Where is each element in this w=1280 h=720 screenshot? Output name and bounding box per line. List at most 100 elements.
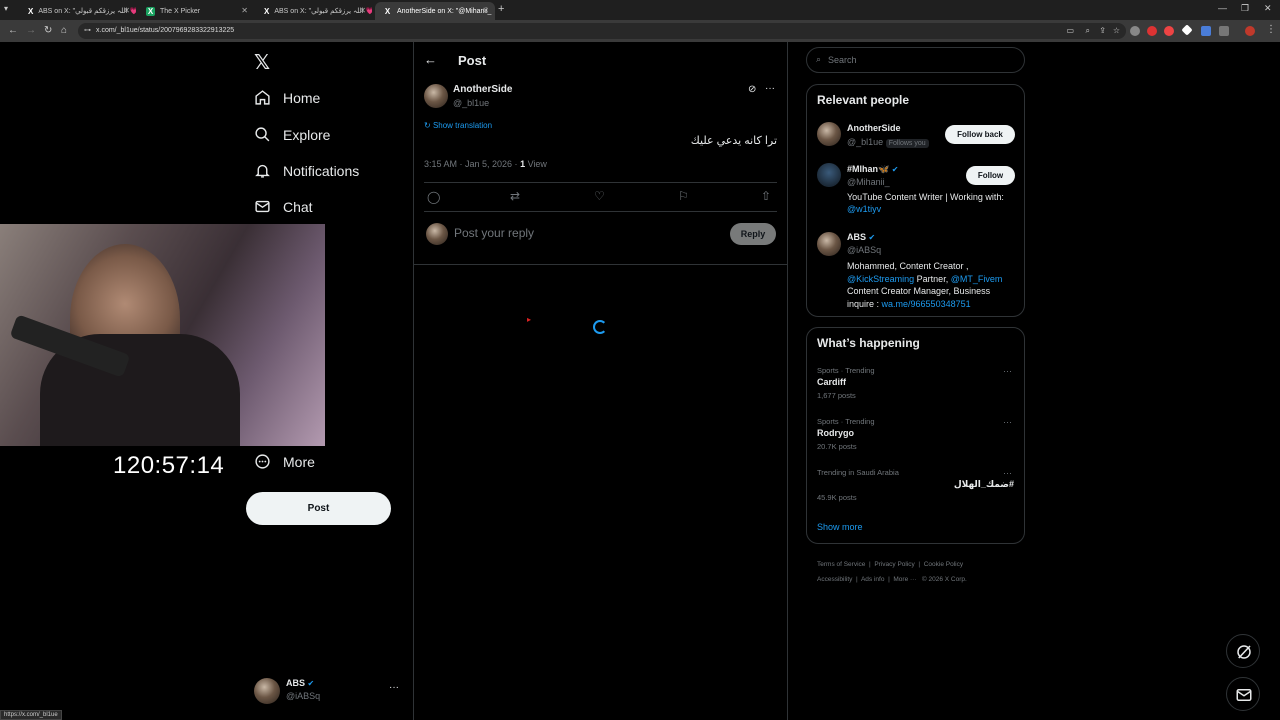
nav-chat[interactable]: Chat — [254, 198, 313, 215]
footer-links: Terms of Service | Privacy Policy | Cook… — [817, 561, 967, 583]
nav-notifications[interactable]: Notifications — [254, 162, 359, 179]
bio-mention-link[interactable]: @w1tiyv — [847, 204, 881, 214]
browser-tab-2[interactable]: X The X Picker ✕ — [138, 2, 254, 20]
follow-button[interactable]: Follow — [966, 166, 1015, 185]
person-name[interactable]: ABS — [847, 232, 866, 242]
like-icon[interactable]: ♡ — [594, 189, 605, 203]
close-tab-icon[interactable]: ✕ — [359, 6, 366, 15]
home-button-icon[interactable]: ⌂ — [61, 25, 67, 37]
tab-title: ABS on X: "اللہ يرزقكم قبولي 💗" — [274, 8, 372, 15]
install-icon[interactable]: ▭ — [1066, 23, 1074, 39]
footer-link[interactable]: More ··· — [893, 576, 916, 583]
avatar[interactable] — [817, 122, 841, 146]
bio-url-link[interactable]: wa.me/966550348751 — [882, 299, 971, 309]
close-tab-icon[interactable]: ✕ — [482, 6, 489, 15]
avatar[interactable] — [817, 163, 841, 187]
profile-avatar-icon[interactable] — [1245, 26, 1255, 36]
nav-explore[interactable]: Explore — [254, 126, 330, 143]
bio-mention-link[interactable]: @KickStreaming — [847, 274, 914, 284]
trend-more-icon[interactable]: ··· — [1003, 366, 1012, 376]
card-title: What’s happening — [817, 336, 920, 350]
search-icon — [255, 127, 270, 142]
x-logo-icon[interactable]: 𝕏 — [254, 50, 270, 75]
reply-icon[interactable]: ◯ — [427, 190, 440, 204]
extension-icon[interactable] — [1181, 24, 1193, 36]
tweet-more-icon[interactable]: ··· — [765, 83, 775, 94]
nav-home-label: Home — [283, 89, 321, 106]
nav-home[interactable]: Home — [254, 89, 320, 106]
nav-more[interactable]: More — [254, 453, 315, 470]
url-text: x.com/_bl1ue/status/2007969283322913225 — [96, 27, 235, 34]
footer-link[interactable]: Accessibility — [817, 576, 852, 583]
extension-icon[interactable] — [1201, 26, 1211, 36]
minimize-icon[interactable]: — — [1218, 3, 1227, 13]
browser-tab-1[interactable]: X ABS on X: "اللہ يرزقكم قبولي 💗" ✕ — [20, 2, 136, 20]
close-tab-icon[interactable]: ✕ — [123, 6, 130, 15]
share-icon[interactable]: ⇧ — [761, 189, 771, 203]
person-name[interactable]: #Mlhan🦋 — [847, 164, 889, 174]
maximize-icon[interactable]: ❐ — [1241, 3, 1249, 14]
footer-link[interactable]: Privacy Policy — [874, 561, 914, 568]
zoom-icon[interactable]: ⌕ — [1086, 23, 1090, 39]
follow-back-button[interactable]: Follow back — [945, 125, 1015, 144]
person-handle[interactable]: @iABSq — [847, 245, 881, 255]
footer-link[interactable]: Ads info — [861, 576, 885, 583]
account-switcher[interactable]: ABS ✔ @iABSq ··· — [254, 676, 409, 710]
show-more-link[interactable]: Show more — [817, 522, 863, 532]
mail-icon — [1236, 689, 1252, 701]
browser-tab-4-active[interactable]: X AnotherSide on X: "@Mihanii_ ✕ — [375, 2, 495, 20]
tab-search-icon[interactable]: ▾ — [4, 4, 16, 16]
person-handle[interactable]: @Mihanii_ — [847, 177, 890, 187]
browser-menu-icon[interactable]: ⋮ — [1266, 24, 1276, 35]
trend-item[interactable]: Sports · Trending Rodrygo 20.7K posts ··… — [807, 413, 1024, 457]
extension-icon[interactable] — [1164, 26, 1174, 36]
loading-spinner-icon — [593, 320, 607, 334]
extension-icon[interactable] — [1130, 26, 1140, 36]
extensions-puzzle-icon[interactable] — [1219, 26, 1229, 36]
reload-icon[interactable]: ↻ — [44, 25, 52, 37]
bookmark-star-icon[interactable]: ☆ — [1113, 23, 1120, 39]
bio-mention-link[interactable]: @MT_Fivem — [951, 274, 1003, 284]
site-info-icon[interactable]: ⊶ — [84, 23, 91, 39]
footer-link[interactable]: Cookie Policy — [924, 561, 963, 568]
browser-tab-3[interactable]: X ABS on X: "اللہ يرزقكم قبولي 💗" ✕ — [256, 2, 372, 20]
reply-button[interactable]: Reply — [730, 223, 776, 245]
share-icon[interactable]: ⇪ — [1099, 23, 1106, 39]
person-handle[interactable]: @_bl1ue — [847, 137, 883, 147]
close-window-icon[interactable]: ✕ — [1264, 3, 1272, 14]
extension-icon[interactable] — [1147, 26, 1157, 36]
grok-explain-icon[interactable]: ⊘ — [748, 84, 756, 95]
trend-item[interactable]: Trending in Saudi Arabia #ضمك_الهلال 45.… — [807, 464, 1024, 508]
avatar[interactable] — [817, 232, 841, 256]
post-button[interactable]: Post — [246, 492, 391, 525]
search-box[interactable]: ⌕ Search — [806, 47, 1025, 73]
tweet-author-name[interactable]: AnotherSide — [453, 84, 512, 95]
messages-float-button[interactable] — [1226, 677, 1260, 711]
address-bar[interactable]: ⊶ x.com/_bl1ue/status/200796928332291322… — [78, 23, 1126, 39]
bookmark-icon[interactable]: ⚐ — [678, 189, 689, 203]
trend-item[interactable]: Sports · Trending Cardiff 1,677 posts ··… — [807, 362, 1024, 406]
footer-link[interactable]: Terms of Service — [817, 561, 865, 568]
close-tab-icon[interactable]: ✕ — [241, 6, 248, 15]
trend-name: Cardiff — [817, 377, 846, 387]
divider — [424, 182, 777, 183]
reply-input[interactable]: Post your reply — [454, 226, 534, 240]
back-arrow-icon[interactable]: ← — [424, 52, 437, 67]
search-input[interactable]: Search — [828, 55, 857, 65]
tweet-author-handle[interactable]: @_bl1ue — [453, 98, 489, 108]
trend-more-icon[interactable]: ··· — [1003, 417, 1012, 427]
forward-icon[interactable]: → — [26, 25, 36, 37]
account-name: ABS — [286, 678, 306, 688]
show-translation-link[interactable]: ↻ Show translation — [424, 121, 492, 130]
browser-toolbar: ← → ↻ ⌂ ⊶ x.com/_bl1ue/status/2007969283… — [0, 20, 1280, 42]
person-name[interactable]: AnotherSide — [847, 123, 901, 133]
account-more-icon[interactable]: ··· — [389, 682, 399, 693]
trend-more-icon[interactable]: ··· — [1003, 468, 1012, 478]
new-tab-icon[interactable]: + — [498, 3, 504, 15]
grok-float-button[interactable] — [1226, 634, 1260, 668]
retweet-icon[interactable]: ⇄ — [510, 189, 520, 203]
back-icon[interactable]: ← — [8, 25, 18, 37]
x-picker-favicon-icon: X — [146, 6, 155, 16]
translate-icon: ↻ — [424, 121, 431, 130]
avatar[interactable] — [424, 84, 448, 108]
